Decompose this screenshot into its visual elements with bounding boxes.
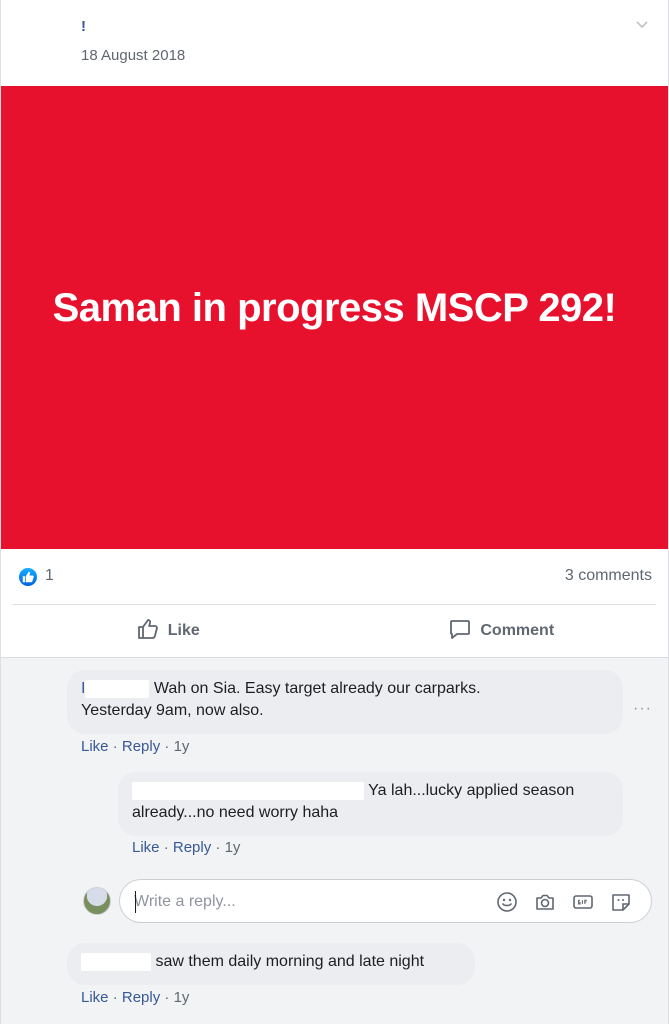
more-options-icon[interactable]: ··· — [633, 700, 652, 718]
banner-text: Saman in progress MSCP 292! — [52, 286, 617, 330]
like-button-label: Like — [167, 622, 200, 639]
comment-bubble: saw them daily morning and late night — [67, 943, 475, 985]
post-header: ! 18 August 2018 — [1, 0, 668, 86]
sticker-icon[interactable] — [609, 890, 633, 914]
comment-reply-link[interactable]: Reply — [122, 738, 160, 755]
chevron-down-icon[interactable] — [634, 16, 650, 32]
like-badge-icon[interactable] — [17, 566, 39, 588]
reply-meta: Like · Reply · 1y — [132, 839, 241, 856]
comment-like-link[interactable]: Like — [81, 989, 109, 1006]
comment-meta: Like · Reply · 1y — [81, 738, 190, 755]
post-card: ! 18 August 2018 Saman in progress MSCP … — [0, 0, 669, 1024]
redacted-name — [132, 781, 364, 800]
action-bar: Like Comment — [1, 605, 668, 657]
comment-text-line: saw them daily morning and late night — [155, 953, 425, 970]
comment-like-link[interactable]: Like — [81, 738, 109, 755]
comment-age[interactable]: 1y — [174, 989, 190, 1006]
camera-icon[interactable] — [533, 890, 557, 914]
reply-like-link[interactable]: Like — [132, 839, 160, 856]
reply-input[interactable] — [134, 891, 474, 913]
text-caret — [135, 891, 136, 913]
comments-count-link[interactable]: 3 comments — [565, 567, 652, 585]
reply-toolbar — [495, 890, 633, 914]
like-count[interactable]: 1 — [45, 567, 54, 585]
post-date[interactable]: 18 August 2018 — [81, 47, 185, 64]
gif-icon[interactable] — [571, 890, 595, 914]
comment-text-line: Wah on Sia. Easy target already our carp… — [153, 680, 481, 697]
comment-text-line: Yesterday 9am, now also. — [81, 702, 264, 719]
redacted-name — [85, 679, 150, 698]
comment-bubble: I Wah on Sia. Easy target already our ca… — [67, 670, 623, 734]
comment-meta: Like · Reply · 1y — [81, 989, 190, 1006]
comment-reply-link[interactable]: Reply — [122, 989, 160, 1006]
author-name[interactable]: ! — [81, 18, 101, 36]
reply-age[interactable]: 1y — [225, 839, 241, 856]
reply-text-line: Ya lah...lucky applied season — [368, 782, 575, 799]
avatar[interactable] — [83, 887, 111, 915]
comment-button[interactable]: Comment — [335, 605, 669, 657]
reply-reply-link[interactable]: Reply — [173, 839, 211, 856]
reactions-bar: 1 3 comments — [1, 549, 668, 605]
redacted-name — [81, 952, 151, 971]
post-banner[interactable]: Saman in progress MSCP 292! — [1, 86, 668, 549]
comment-age[interactable]: 1y — [174, 738, 190, 755]
like-button[interactable]: Like — [1, 605, 335, 657]
reply-composer — [119, 879, 652, 923]
emoji-icon[interactable] — [495, 890, 519, 914]
comments-section: I Wah on Sia. Easy target already our ca… — [1, 658, 668, 1024]
comment-icon — [448, 617, 472, 646]
reply-bubble: Ya lah...lucky applied season already...… — [118, 772, 623, 836]
thumbs-up-icon — [136, 617, 160, 646]
comment-button-label: Comment — [480, 622, 555, 639]
reply-text-line: already...no need worry haha — [132, 804, 339, 821]
